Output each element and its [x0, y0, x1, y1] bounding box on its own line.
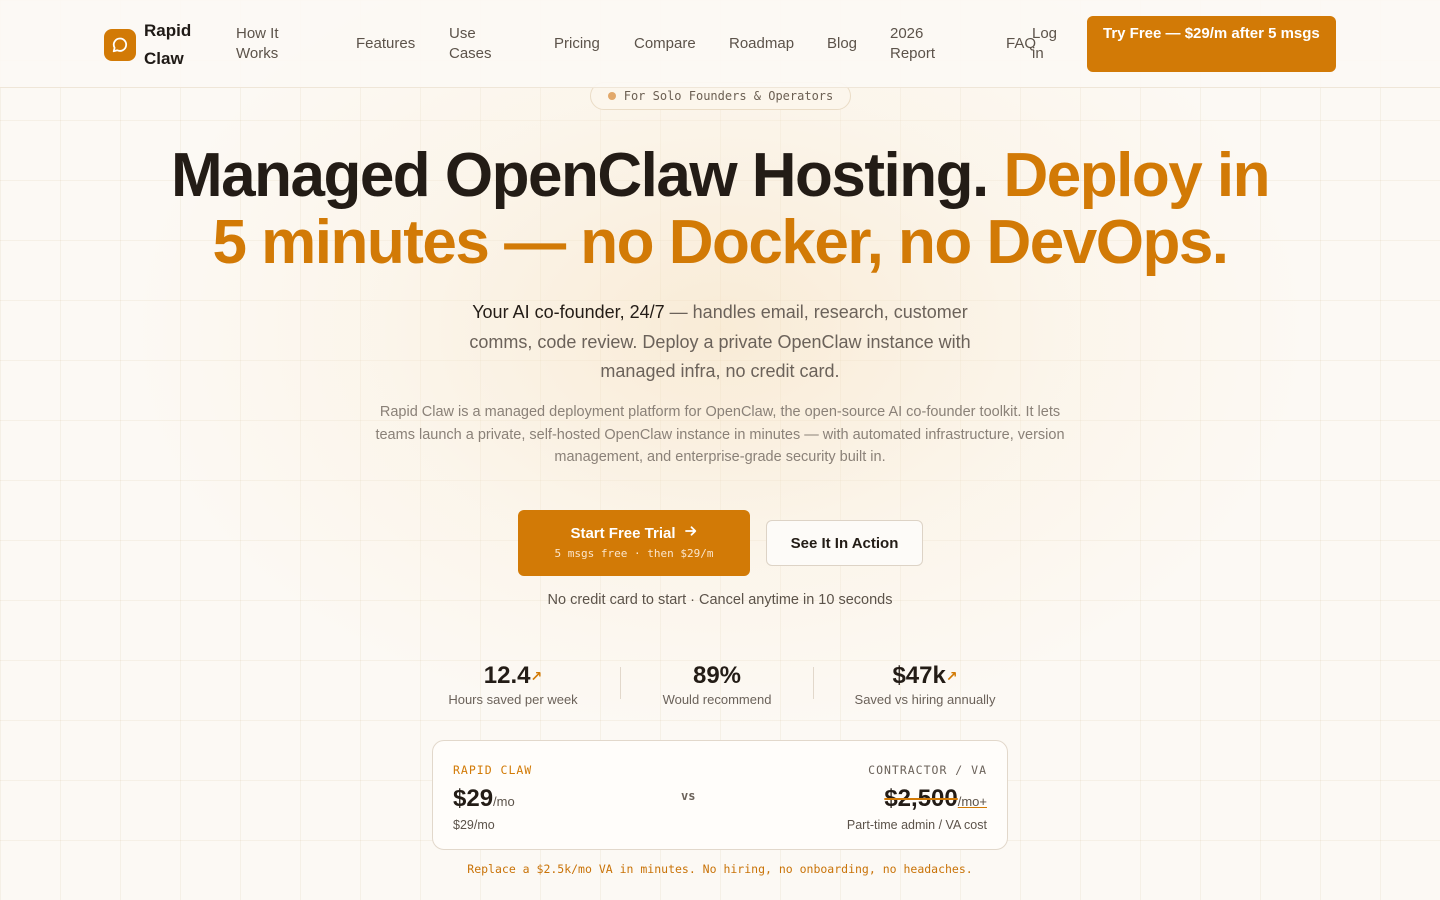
headline-dark: Managed OpenClaw Hosting. [170, 141, 989, 210]
primary-cta-main: Start Free Trial [518, 524, 750, 542]
trend-up-icon: ↗ [530, 668, 543, 684]
stat-hours-saved: 12.4↗ Hours saved per week [432, 662, 594, 707]
chat-bubble-icon [104, 29, 136, 61]
rapid-claw-price: RAPID CLAW $29/mo $29/mo [453, 763, 532, 832]
stat-label: Would recommend [662, 692, 772, 707]
contractor-note: Part-time admin / VA cost [846, 818, 987, 832]
nav-blog[interactable]: Blog [827, 34, 857, 54]
hero-description: Rapid Claw is a managed deployment platf… [375, 404, 1065, 465]
primary-cta-label: Start Free Trial [570, 524, 676, 542]
rapid-claw-label: RAPID CLAW [453, 763, 533, 777]
stat-label: Hours saved per week [448, 692, 578, 707]
tagline: Replace a $2.5k/mo VA in minutes. No hir… [467, 862, 973, 876]
login-link[interactable]: Log in [1032, 24, 1066, 64]
logo[interactable]: Rapid Claw [104, 17, 204, 73]
see-it-in-action-button[interactable]: See It In Action [766, 520, 923, 566]
start-free-trial-button[interactable]: Start Free Trial 5 msgs free · then $29/… [518, 510, 750, 576]
nav-features[interactable]: Features [356, 34, 415, 54]
stat-divider [813, 667, 814, 699]
hero-subhead: Your AI co-founder, 24/7 — handles email… [440, 298, 1000, 387]
nav-pricing[interactable]: Pricing [554, 34, 600, 54]
nav-compare[interactable]: Compare [634, 34, 696, 54]
stat-value: $47k↗ [892, 662, 958, 689]
arrow-right-icon [684, 524, 698, 542]
nav-2026-report[interactable]: 2026 Report [890, 24, 950, 64]
stat-label: Saved vs hiring annually [854, 692, 996, 707]
contractor-label: CONTRACTOR / VA [868, 763, 987, 777]
rapid-claw-note: $29/mo [453, 818, 495, 832]
stat-would-recommend: 89% Would recommend [640, 662, 794, 707]
dot-icon [607, 92, 616, 100]
stat-divider [620, 667, 621, 699]
subhead-strong: Your AI co-founder, 24/7 [472, 302, 665, 322]
vs-label: vs [681, 789, 696, 803]
top-nav: Rapid Claw How It Works Features Use Cas… [0, 0, 1440, 88]
nav-how-it-works[interactable]: How It Works [236, 24, 316, 64]
brand-name: Rapid Claw [144, 21, 192, 68]
hero-headline: Managed OpenClaw Hosting. Deploy in 5 mi… [160, 142, 1280, 276]
price-comparison-card: RAPID CLAW $29/mo $29/mo vs CONTRACTOR /… [432, 740, 1008, 850]
stat-saved-annually: $47k↗ Saved vs hiring annually [840, 662, 1010, 707]
primary-cta-sub: 5 msgs free · then $29/m [554, 547, 714, 560]
nav-roadmap[interactable]: Roadmap [729, 34, 794, 54]
badge-text: For Solo Founders & Operators [623, 89, 834, 103]
contractor-price: CONTRACTOR / VA $2,500/mo+ Part-time adm… [847, 763, 987, 832]
nav-use-cases[interactable]: Use Cases [449, 24, 509, 64]
trend-up-icon: ↗ [945, 668, 958, 684]
contractor-price-value: $2,500/mo+ [884, 785, 987, 812]
stat-value: 89% [692, 662, 742, 689]
try-free-button[interactable]: Try Free — $29/m after 5 msgs [1087, 16, 1336, 72]
stat-value: 12.4↗ [483, 662, 543, 689]
fine-print: No credit card to start · Cancel anytime… [547, 592, 893, 608]
rapid-claw-price-value: $29/mo [453, 785, 515, 812]
